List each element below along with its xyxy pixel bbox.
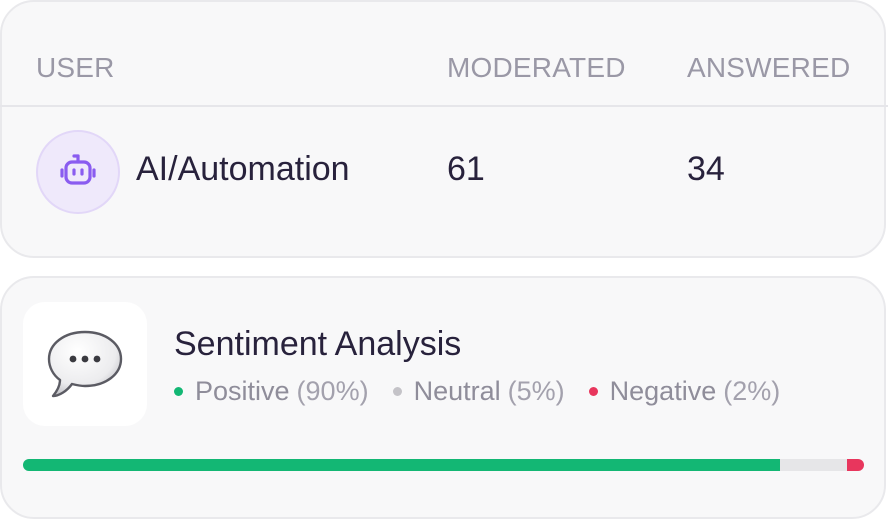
legend-label-neutral: Neutral xyxy=(413,376,501,406)
legend-dot-neutral xyxy=(392,387,402,396)
avatar xyxy=(36,130,120,214)
sentiment-bar-positive xyxy=(23,459,780,471)
legend-label-negative: Negative xyxy=(609,376,717,406)
speech-bubble-icon xyxy=(47,330,123,398)
user-name: AI/Automation xyxy=(136,150,350,188)
column-header-moderated[interactable]: MODERATED xyxy=(447,52,626,84)
sentiment-bar xyxy=(23,459,864,471)
column-header-answered[interactable]: ANSWERED xyxy=(687,52,850,84)
sentiment-bar-negative xyxy=(847,459,864,471)
legend-label-positive: Positive xyxy=(195,376,290,406)
sentiment-icon-box xyxy=(23,302,147,426)
legend-pct-neutral: (5%) xyxy=(507,376,565,406)
moderated-count: 61 xyxy=(447,150,485,188)
legend-dot-negative xyxy=(588,387,598,396)
legend-pct-negative: (2%) xyxy=(723,376,781,406)
sentiment-title: Sentiment Analysis xyxy=(174,325,462,363)
robot-icon xyxy=(60,154,96,185)
table-header: USER MODERATED ANSWERED xyxy=(0,0,888,107)
legend-item-positive: Positive (90%) xyxy=(174,376,369,407)
legend-pct-positive: (90%) xyxy=(296,376,369,406)
legend-item-negative: Negative (2%) xyxy=(588,376,781,407)
sentiment-legend: Positive (90%) Neutral (5%) Negative (2%… xyxy=(174,376,780,407)
legend-item-neutral: Neutral (5%) xyxy=(392,376,565,407)
legend-dot-positive xyxy=(174,387,183,396)
column-header-user[interactable]: USER xyxy=(36,52,115,84)
answered-count: 34 xyxy=(687,150,725,188)
